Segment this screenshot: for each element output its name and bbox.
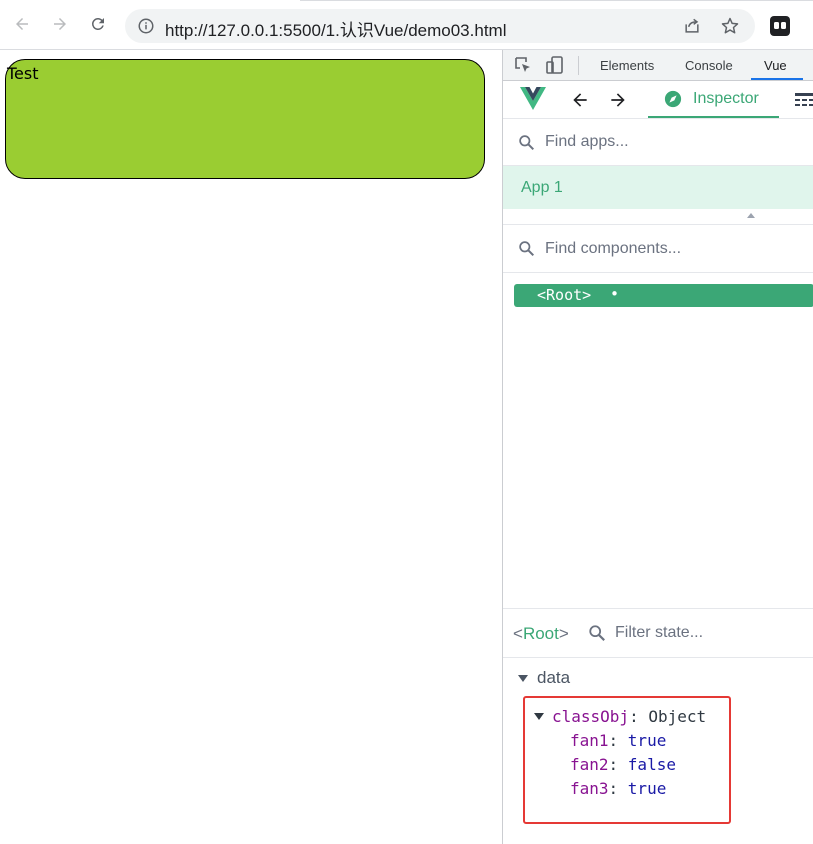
filter-state-input[interactable] [615,624,795,642]
reload-icon [91,17,104,30]
prop-key: fan1 [570,731,609,750]
object-prop-row[interactable]: fan1: true [532,729,706,753]
reload-button[interactable] [87,13,109,35]
active-tab-indicator [751,78,803,80]
find-components-row [503,225,813,273]
vue-devtools-toolbar: Inspector [503,81,813,119]
arrow-left-icon [16,18,28,30]
styled-test-div: Test [5,59,485,179]
find-components-input[interactable] [545,240,795,258]
caret-down-icon [534,713,544,720]
timeline-icon[interactable] [795,92,813,108]
state-object: classObj: Object fan1: true fan2: false … [532,705,706,801]
collapse-apps-toggle[interactable] [503,209,813,225]
toolbar-divider [578,56,579,75]
inspector-label: Inspector [693,90,759,107]
browser-toolbar: http://127.0.0.1:5500/1.认识Vue/demo03.htm… [0,0,813,50]
object-prop-row[interactable]: fan2: false [532,753,706,777]
prop-value[interactable]: true [628,779,667,798]
info-icon[interactable] [137,17,155,35]
prop-value[interactable]: false [628,755,676,774]
forward-button[interactable] [49,13,71,35]
component-tree-root[interactable]: <Root> • [514,284,813,307]
caret-down-icon [518,675,528,682]
test-text: Test [7,64,39,83]
arrow-right-icon [54,18,66,30]
tab-strip-edge [0,0,813,3]
url-text[interactable]: http://127.0.0.1:5500/1.认识Vue/demo03.htm… [165,16,506,41]
state-inspector-header: <Root> [503,608,813,658]
object-key: classObj [552,707,630,726]
arrow-right-icon[interactable] [608,90,628,110]
tab-console[interactable]: Console [685,58,733,73]
bookmark-star-icon[interactable] [720,16,740,36]
app-list-item[interactable]: App 1 [503,166,813,209]
prop-value[interactable]: true [628,731,667,750]
page-viewport: Test [0,50,502,844]
prop-key: fan2 [570,755,609,774]
address-bar[interactable]: http://127.0.0.1:5500/1.认识Vue/demo03.htm… [125,9,755,43]
search-icon [519,135,535,151]
object-type: Object [648,707,707,726]
root-component-label: <Root> [537,286,592,304]
prop-key: fan3 [570,779,609,798]
search-icon [519,241,535,257]
app-name: App 1 [521,179,563,196]
object-prop-row[interactable]: fan3: true [532,777,706,801]
vue-logo-icon[interactable] [520,87,546,111]
state-root-name: Root [522,624,559,643]
back-button[interactable] [11,13,33,35]
caret-up-icon [747,213,755,218]
arrow-left-icon[interactable] [570,90,590,110]
tab-inspector[interactable]: Inspector [648,81,779,118]
selected-component-name: <Root> [513,624,569,643]
root-component-dot: • [610,285,620,303]
find-apps-row [503,119,813,166]
compass-icon [664,90,682,108]
devtools-tabbar: Elements Console Vue [503,50,813,81]
object-row[interactable]: classObj: Object [532,705,706,729]
tab-vue[interactable]: Vue [764,58,787,73]
devtools-panel: Elements Console Vue Inspector Find apps… [502,50,813,844]
search-icon [589,625,605,641]
extension-icon[interactable] [770,16,790,36]
find-apps-input[interactable] [545,133,795,151]
share-icon[interactable] [682,16,702,36]
data-section-label: data [537,668,571,687]
tab-elements[interactable]: Elements [600,58,654,73]
inspect-element-icon[interactable] [513,55,533,75]
device-toggle-icon[interactable] [545,55,565,75]
